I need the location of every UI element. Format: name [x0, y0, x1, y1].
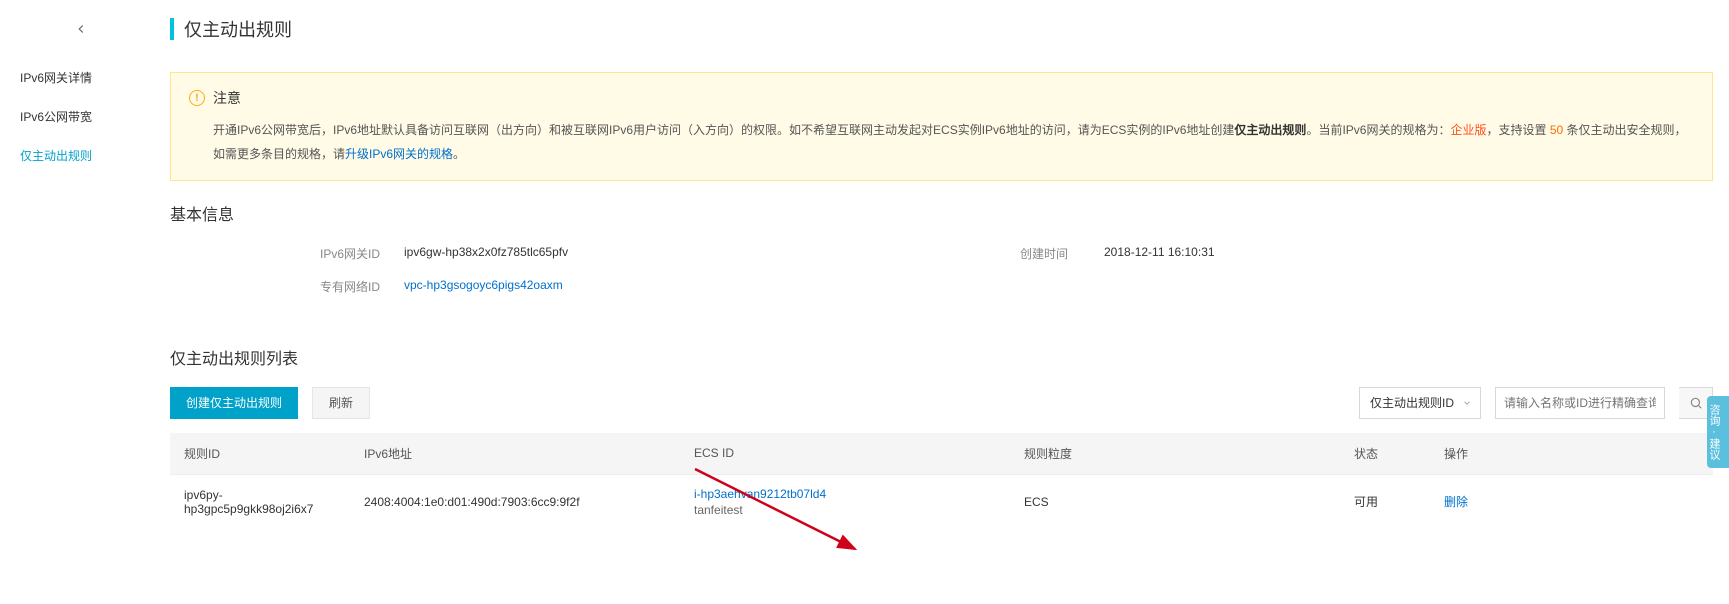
feedback-tab-label: 咨询·建议	[1706, 404, 1721, 460]
main-content: 仅主动出规则 ! 注意 开通IPv6公网带宽后，IPv6地址默认具备访问互联网（…	[170, 0, 1729, 529]
cell-ecs: i-hp3aehvan9212tb07ld4 tanfeitest	[680, 474, 1010, 529]
basic-info: IPv6网关ID ipv6gw-hp38x2x0fz785tlc65pfv 创建…	[170, 245, 1713, 295]
feedback-tab[interactable]: 咨询·建议	[1707, 396, 1729, 468]
th-ecs-id: ECS ID	[680, 433, 1010, 475]
delete-link[interactable]: 删除	[1444, 495, 1468, 509]
search-input[interactable]	[1495, 387, 1665, 419]
filter-field-value: 仅主动出规则ID	[1370, 394, 1454, 411]
filter-field-select[interactable]: 仅主动出规则ID	[1359, 387, 1481, 419]
info-label-gwid: IPv6网关ID	[320, 245, 390, 262]
alert-body: 开通IPv6公网带宽后，IPv6地址默认具备访问互联网（出方向）和被互联网IPv…	[189, 118, 1694, 166]
list-title: 仅主动出规则列表	[170, 345, 1713, 369]
table-row: ipv6py-hp3gpc5p9gkk98oj2i6x7 2408:4004:1…	[170, 474, 1713, 529]
rules-table: 规则ID IPv6地址 ECS ID 规则粒度 状态 操作 ipv6py-hp3…	[170, 433, 1713, 529]
search-icon	[1689, 396, 1703, 410]
th-rule-id: 规则ID	[170, 433, 350, 475]
alert-title: 注意	[213, 85, 241, 112]
sidebar-item-egress-rules[interactable]: 仅主动出规则	[0, 136, 170, 175]
upgrade-spec-link[interactable]: 升级IPv6网关的规格	[345, 147, 453, 161]
info-label-vpcid: 专有网络ID	[320, 278, 390, 295]
title-accent-bar	[170, 18, 174, 40]
cell-rule-id: ipv6py-hp3gpc5p9gkk98oj2i6x7	[170, 474, 350, 529]
page-title: 仅主动出规则	[184, 16, 292, 42]
info-label-create-time: 创建时间	[1020, 245, 1090, 262]
back-icon[interactable]	[74, 22, 88, 36]
info-value-vpcid-link[interactable]: vpc-hp3gsogoyc6pigs42oaxm	[404, 278, 563, 295]
ecs-name: tanfeitest	[694, 503, 996, 517]
info-value-gwid: ipv6gw-hp38x2x0fz785tlc65pfv	[404, 245, 568, 262]
ecs-id-link[interactable]: i-hp3aehvan9212tb07ld4	[694, 487, 826, 501]
cell-ops: 删除	[1430, 474, 1713, 529]
basic-info-title: 基本信息	[170, 201, 1713, 225]
sidebar-item-gateway-detail[interactable]: IPv6网关详情	[0, 58, 170, 97]
chevron-down-icon	[1462, 398, 1472, 408]
th-status: 状态	[1340, 433, 1430, 475]
sidebar-item-public-bandwidth[interactable]: IPv6公网带宽	[0, 97, 170, 136]
cell-ipv6-addr: 2408:4004:1e0:d01:490d:7903:6cc9:9f2f	[350, 474, 680, 529]
info-value-create-time: 2018-12-11 16:10:31	[1104, 245, 1215, 262]
alert-box: ! 注意 开通IPv6公网带宽后，IPv6地址默认具备访问互联网（出方向）和被互…	[170, 72, 1713, 181]
cell-granularity: ECS	[1010, 474, 1340, 529]
th-ops: 操作	[1430, 433, 1713, 475]
refresh-button[interactable]: 刷新	[312, 387, 370, 419]
toolbar: 创建仅主动出规则 刷新 仅主动出规则ID	[170, 387, 1713, 419]
cell-status: 可用	[1340, 474, 1430, 529]
create-rule-button[interactable]: 创建仅主动出规则	[170, 387, 298, 419]
th-ipv6-addr: IPv6地址	[350, 433, 680, 475]
sidebar: IPv6网关详情 IPv6公网带宽 仅主动出规则	[0, 0, 170, 529]
th-granularity: 规则粒度	[1010, 433, 1340, 475]
warning-icon: !	[189, 90, 205, 106]
